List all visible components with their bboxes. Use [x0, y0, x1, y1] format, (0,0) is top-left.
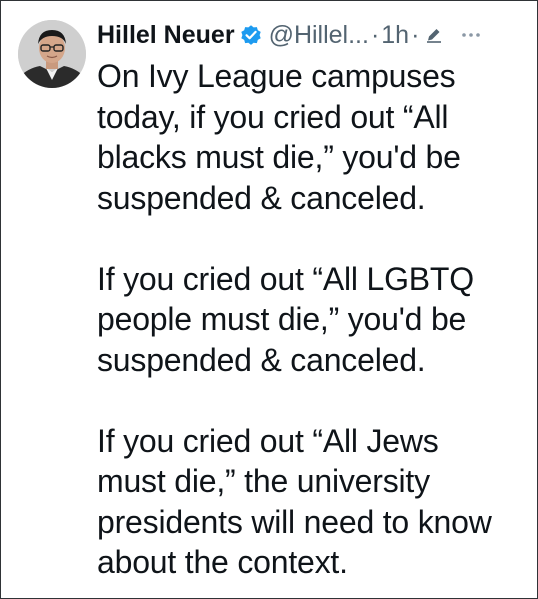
- tweet-card: Hillel Neuer @Hillel... · 1h · On Ivy Le…: [0, 0, 538, 599]
- author-handle[interactable]: @Hillel...: [269, 16, 369, 54]
- profile-photo-icon: [18, 20, 86, 88]
- tweet-header: Hillel Neuer @Hillel... · 1h ·: [97, 16, 527, 54]
- tweet-paragraph-1: On Ivy League campuses today, if you cri…: [97, 58, 461, 216]
- author-name[interactable]: Hillel Neuer: [97, 16, 235, 54]
- tweet-paragraph-2: If you cried out “All LGBTQ people must …: [97, 260, 474, 378]
- tweet-timestamp[interactable]: 1h: [381, 16, 409, 54]
- ellipsis-icon[interactable]: [457, 21, 485, 49]
- tweet-text: On Ivy League campuses today, if you cri…: [97, 56, 527, 583]
- separator-dot-2: ·: [411, 21, 420, 49]
- pencil-icon[interactable]: [425, 26, 443, 44]
- tweet-paragraph-3: If you cried out “All Jews must die,” th…: [97, 422, 492, 581]
- avatar[interactable]: [18, 20, 86, 88]
- verified-badge-icon[interactable]: [239, 23, 263, 47]
- separator-dot: ·: [370, 21, 380, 49]
